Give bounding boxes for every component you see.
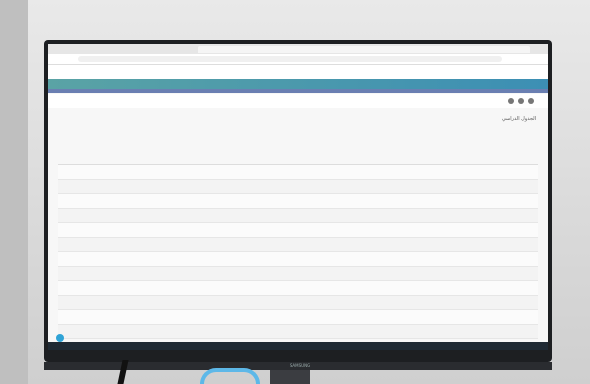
monitor-stand [270, 370, 310, 384]
blue-cable [200, 368, 260, 384]
table-row[interactable] [58, 252, 538, 267]
schedule-table [58, 154, 538, 339]
table-row[interactable] [58, 237, 538, 252]
taskbar [48, 342, 548, 350]
monitor: الجدول الدراسي [44, 40, 552, 362]
site-header [48, 65, 548, 79]
sub-navbar [48, 89, 548, 93]
browser-tab[interactable] [280, 46, 366, 53]
table-row[interactable] [58, 179, 538, 194]
table-header [58, 154, 538, 165]
table-row[interactable] [58, 281, 538, 296]
chat-fab[interactable] [56, 334, 64, 342]
url-field[interactable] [78, 56, 502, 62]
settings-icon[interactable] [518, 98, 524, 104]
filter-label[interactable] [288, 130, 348, 138]
table-row[interactable] [58, 223, 538, 238]
browser-tab[interactable] [444, 46, 530, 53]
monitor-brand-logo: SAMSUNG [289, 363, 311, 368]
table-row[interactable] [58, 295, 538, 310]
toolbar [48, 94, 548, 108]
screen: الجدول الدراسي [48, 44, 548, 350]
main-navbar [48, 79, 548, 89]
home-icon[interactable] [508, 98, 514, 104]
table-row[interactable] [58, 266, 538, 281]
address-bar [48, 54, 548, 65]
table-row[interactable] [58, 324, 538, 339]
table-row[interactable] [58, 310, 538, 325]
table-row[interactable] [58, 194, 538, 209]
browser-tab[interactable] [362, 46, 448, 53]
photo-scene: الجدول الدراسي SAMSUNG [0, 0, 590, 384]
table-row[interactable] [58, 208, 538, 223]
browser-tab-strip [48, 44, 548, 54]
table-row[interactable] [58, 165, 538, 180]
page-title: الجدول الدراسي [501, 116, 536, 122]
browser-tab[interactable] [198, 46, 284, 53]
user-icon[interactable] [528, 98, 534, 104]
wall-left [0, 0, 28, 384]
